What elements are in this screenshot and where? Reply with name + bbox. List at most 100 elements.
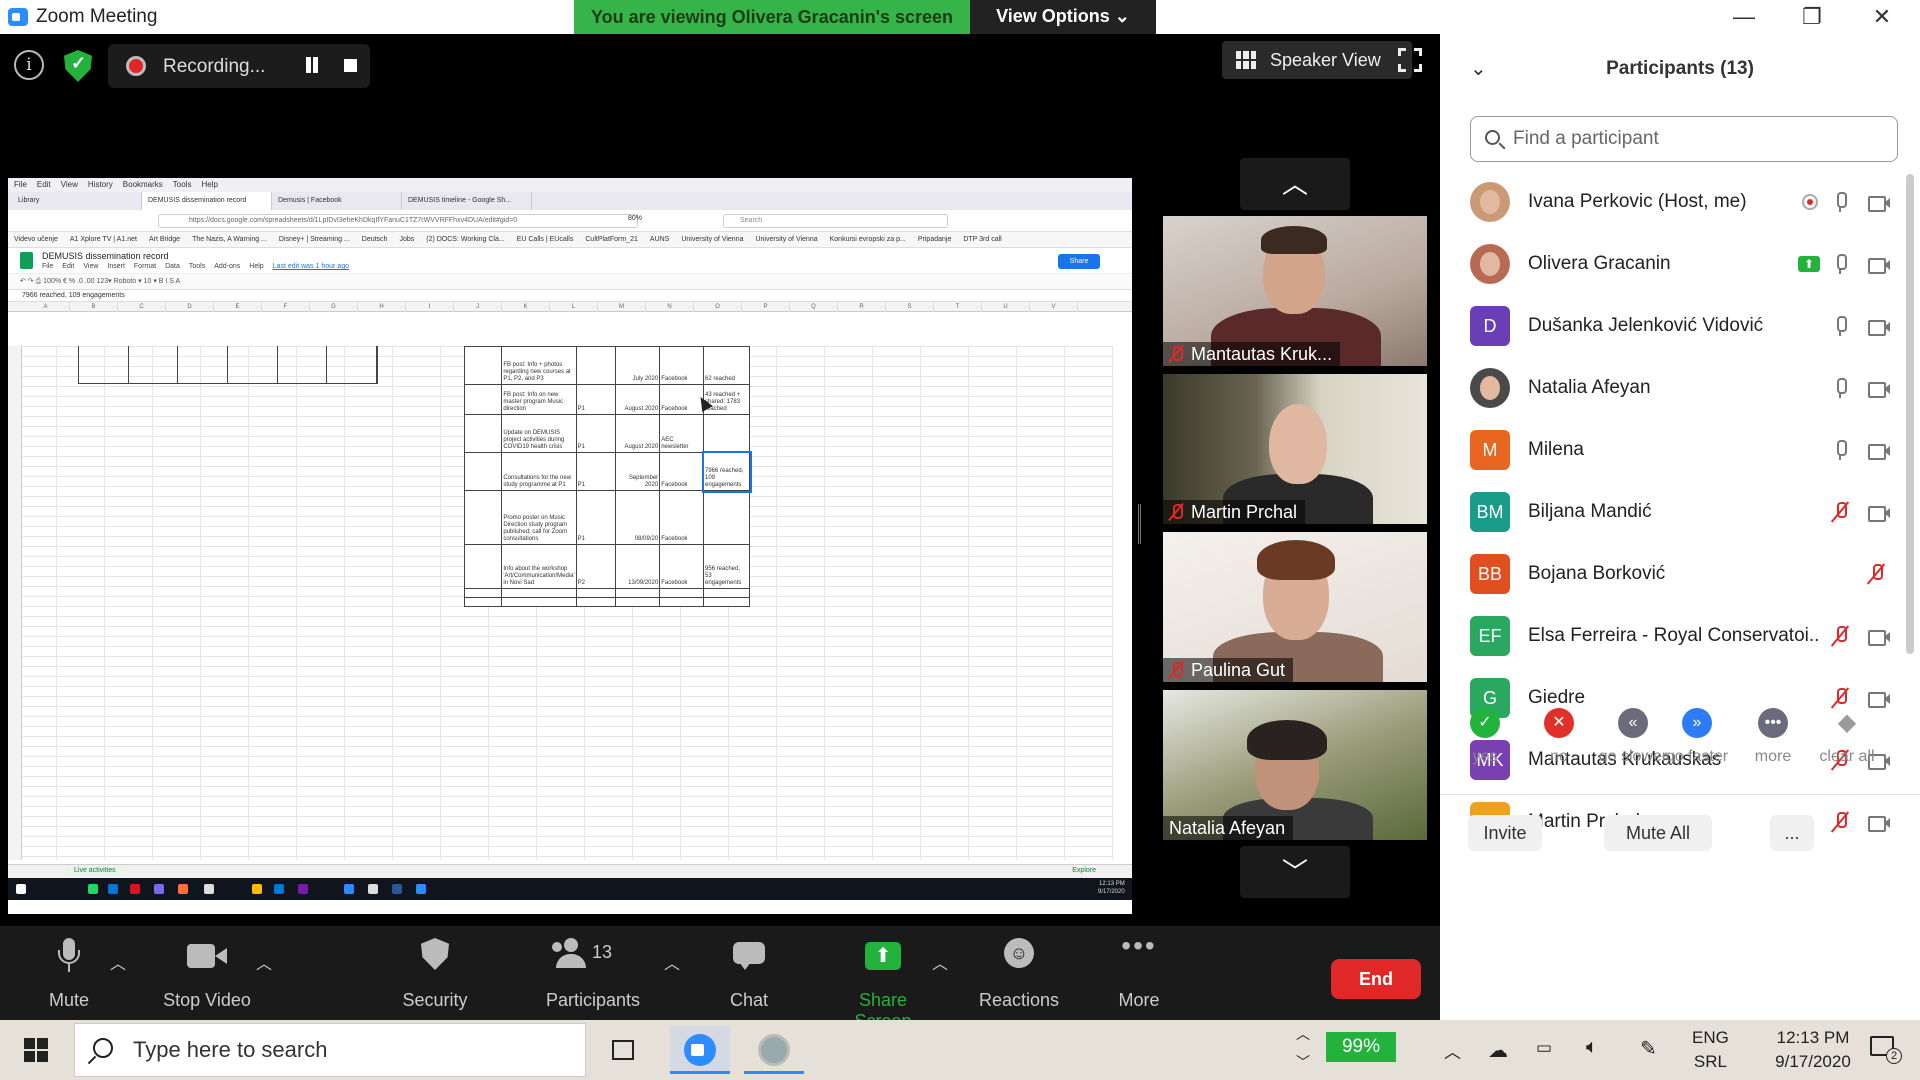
participants-options-caret-icon[interactable]: ︿ xyxy=(664,950,680,974)
share-screen-button[interactable]: ⬆ Share Screen xyxy=(828,934,938,1031)
battery-icon[interactable]: ▭ xyxy=(1536,1038,1552,1058)
participant-row[interactable]: Olivera Gracanin ⬆ xyxy=(1440,234,1910,296)
sheets-row: Promo poster on Music Direction study pr… xyxy=(463,490,750,545)
video-camera-icon[interactable] xyxy=(1868,506,1890,522)
video-tile[interactable]: Mantautas Kruk... xyxy=(1163,216,1427,366)
stop-video-button[interactable]: Stop Video xyxy=(152,934,262,1014)
tray-scroll-up-icon[interactable]: ︿ xyxy=(1296,1024,1310,1044)
browser-tab: Library xyxy=(12,192,142,210)
speaker-view-button[interactable]: Speaker View xyxy=(1222,41,1412,79)
fullscreen-icon[interactable] xyxy=(1398,48,1422,72)
onedrive-cloud-icon[interactable]: ☁ xyxy=(1488,1038,1508,1063)
shared-screen[interactable]: File Edit View History Bookmarks Tools H… xyxy=(8,178,1132,914)
mic-icon[interactable] xyxy=(1834,192,1847,212)
reaction-go-slower-button[interactable]: « go slower xyxy=(1596,702,1670,766)
sheets-share-button: Share xyxy=(1058,254,1100,269)
reaction-go-faster-button[interactable]: » go faster xyxy=(1660,702,1734,766)
muted-mic-icon[interactable] xyxy=(1834,626,1847,646)
info-icon[interactable]: i xyxy=(14,50,44,80)
video-tile[interactable]: Paulina Gut xyxy=(1163,532,1427,682)
chat-button[interactable]: Chat xyxy=(694,934,804,1014)
video-camera-icon[interactable] xyxy=(1868,320,1890,336)
sheets-cell: Consultations for the new study programm… xyxy=(501,452,577,491)
battery-percentage[interactable]: 99% xyxy=(1326,1032,1396,1062)
sheets-cell: Facebook xyxy=(659,544,704,589)
maximize-button[interactable]: ❐ xyxy=(1782,2,1842,32)
muted-mic-icon[interactable] xyxy=(1834,502,1847,522)
end-meeting-button[interactable]: End xyxy=(1331,959,1421,999)
mic-icon[interactable] xyxy=(1834,440,1847,460)
video-tile[interactable]: Natalia Afeyan xyxy=(1163,690,1427,840)
sheets-cell: Facebook xyxy=(659,346,704,385)
video-camera-icon[interactable] xyxy=(1868,196,1890,212)
security-button[interactable]: Security xyxy=(380,934,490,1014)
muted-mic-icon xyxy=(1169,661,1183,679)
reaction-no-button[interactable]: ✕ no xyxy=(1522,702,1596,766)
task-view-icon[interactable] xyxy=(594,1026,654,1074)
mic-icon[interactable] xyxy=(1834,316,1847,336)
tray-scroll-down-icon[interactable]: ﹀ xyxy=(1296,1052,1310,1072)
muted-mic-icon[interactable] xyxy=(1870,564,1883,584)
participant-row[interactable]: M Milena xyxy=(1440,420,1910,482)
sheets-cell xyxy=(463,597,503,607)
zoom-taskbar-icon[interactable] xyxy=(670,1026,730,1074)
scroll-down-chevron-icon[interactable]: ﹀ xyxy=(1240,846,1350,898)
sheets-column-letter: G xyxy=(310,302,358,312)
sheets-cell: AEC newsletter xyxy=(659,414,704,453)
mute-button[interactable]: Mute xyxy=(14,934,124,1014)
pen-icon[interactable]: ✎ xyxy=(1640,1036,1657,1061)
share-options-caret-icon[interactable]: ︿ xyxy=(932,950,948,974)
more-button[interactable]: ••• More xyxy=(1084,930,1194,1014)
reactions-button[interactable]: ☺ Reactions xyxy=(964,934,1074,1014)
sheets-menu-item: Data xyxy=(165,263,180,270)
pause-recording-icon[interactable] xyxy=(304,57,320,75)
sheets-column-headers: ABCDEFGHIJKLMNOPQRSTUV xyxy=(8,302,1132,312)
sheets-column-letter: K xyxy=(502,302,550,312)
participants-button[interactable]: 13 Participants xyxy=(538,934,648,1014)
sheets-row xyxy=(463,597,750,607)
participant-row[interactable]: Natalia Afeyan xyxy=(1440,358,1910,420)
windows-start-icon[interactable] xyxy=(24,1038,48,1062)
close-button[interactable]: ✕ xyxy=(1852,2,1912,32)
participant-row[interactable]: EF Elsa Ferreira - Royal Conservatoi... xyxy=(1440,606,1910,668)
notifications-icon[interactable]: 2 xyxy=(1866,1034,1902,1064)
view-options-button[interactable]: View Options ⌄ xyxy=(970,0,1156,34)
participant-row[interactable]: Ivana Perkovic (Host, me) xyxy=(1440,172,1910,234)
stop-recording-icon[interactable] xyxy=(344,59,357,72)
video-tile[interactable]: Martin Prchal xyxy=(1163,374,1427,524)
video-options-caret-icon[interactable]: ︿ xyxy=(256,950,272,974)
reaction-clear-all-button[interactable]: ◆ clear all xyxy=(1810,702,1884,766)
reaction-yes-button[interactable]: ✓ yes xyxy=(1448,702,1522,766)
mic-icon[interactable] xyxy=(1834,254,1847,274)
participant-search-input[interactable]: Find a participant xyxy=(1470,116,1898,162)
video-camera-icon[interactable] xyxy=(1868,258,1890,274)
sheets-cell xyxy=(463,544,503,589)
media-app-taskbar-icon[interactable] xyxy=(744,1026,804,1074)
taskbar-clock[interactable]: 12:13 PM 9/17/2020 xyxy=(1758,1026,1868,1074)
taskbar-search-box[interactable]: Type here to search xyxy=(74,1023,586,1077)
reaction-more-button[interactable]: ••• more xyxy=(1736,702,1810,766)
panel-resize-handle[interactable] xyxy=(1138,504,1141,544)
minimize-button[interactable]: — xyxy=(1714,2,1774,32)
panel-more-button[interactable]: ... xyxy=(1770,815,1814,851)
show-hidden-icons-icon[interactable]: ︿ xyxy=(1444,1038,1461,1063)
participant-list-scrollbar[interactable] xyxy=(1906,174,1914,654)
participant-row[interactable]: BM Biljana Mandić xyxy=(1440,482,1910,544)
language-indicator[interactable]: ENG SRL xyxy=(1692,1026,1729,1074)
mic-icon[interactable] xyxy=(1834,378,1847,398)
scroll-up-chevron-icon[interactable]: ︿ xyxy=(1240,158,1350,210)
sheet-tab: Live activities xyxy=(66,866,124,875)
mute-all-button[interactable]: Mute All xyxy=(1604,815,1712,851)
participant-row[interactable]: BB Bojana Borković xyxy=(1440,544,1910,606)
audio-options-caret-icon[interactable]: ︿ xyxy=(110,950,126,974)
screen-share-icon: ⬆ xyxy=(1798,256,1820,272)
invite-button[interactable]: Invite xyxy=(1468,815,1542,851)
participant-row[interactable]: D Dušanka Jelenković Vidović xyxy=(1440,296,1910,358)
sheets-tabbar: Live activities Explore xyxy=(8,864,1132,878)
video-camera-icon[interactable] xyxy=(1868,382,1890,398)
video-camera-icon[interactable] xyxy=(1868,630,1890,646)
sheets-cell xyxy=(463,414,503,453)
video-camera-icon[interactable] xyxy=(1868,444,1890,460)
volume-icon[interactable]: 🔈︎ xyxy=(1586,1036,1598,1059)
encryption-shield-icon[interactable] xyxy=(64,50,92,82)
